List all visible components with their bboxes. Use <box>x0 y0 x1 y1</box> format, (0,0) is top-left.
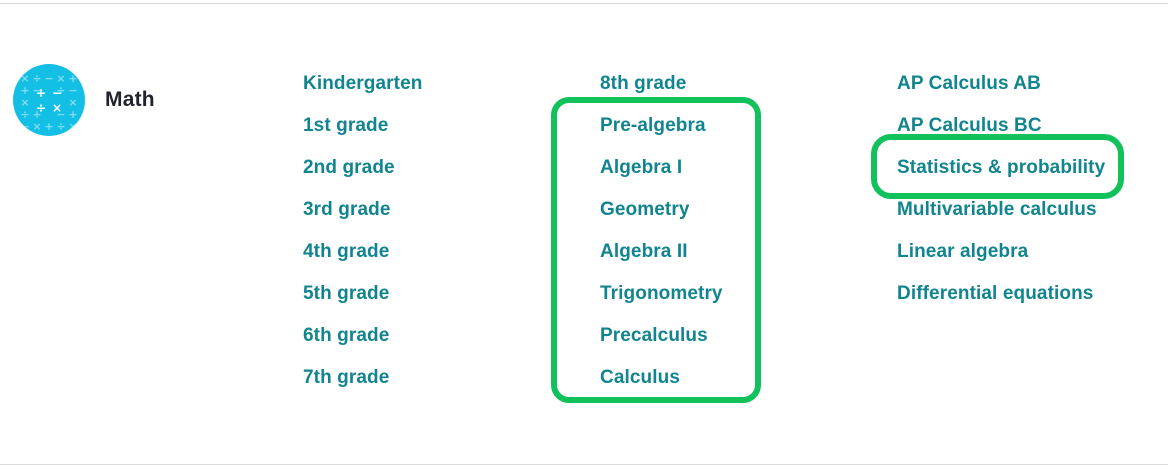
svg-text:×: × <box>52 101 62 115</box>
list-item: Linear algebra <box>897 239 1105 281</box>
list-item: 4th grade <box>303 239 422 281</box>
svg-text:+: + <box>36 86 46 100</box>
svg-text:+: + <box>44 120 53 133</box>
list-item: 1st grade <box>303 113 422 155</box>
list-item: Multivariable calculus <box>897 197 1105 239</box>
highlight-box-courses <box>551 97 761 403</box>
link-5th-grade[interactable]: 5th grade <box>303 283 389 304</box>
math-operators-icon: × ÷ − × + + − ÷ − × × ÷ + − + − × + ÷ × + − ÷ × <box>13 64 85 136</box>
list-item: 2nd grade <box>303 155 422 197</box>
svg-text:−: − <box>52 86 62 100</box>
subject-header[interactable]: × ÷ − × + + − ÷ − × × ÷ + − + − × + ÷ × + − ÷ × Math <box>13 64 155 136</box>
list-item: 6th grade <box>303 323 422 365</box>
link-1st-grade[interactable]: 1st grade <box>303 115 388 136</box>
link-3rd-grade[interactable]: 3rd grade <box>303 199 391 220</box>
list-item: AP Calculus AB <box>897 71 1105 113</box>
list-item: 7th grade <box>303 365 422 407</box>
link-linear-algebra[interactable]: Linear algebra <box>897 241 1028 262</box>
link-column-1: Kindergarten 1st grade 2nd grade 3rd gra… <box>303 71 422 407</box>
link-8th-grade[interactable]: 8th grade <box>600 73 686 94</box>
link-kindergarten[interactable]: Kindergarten <box>303 73 422 94</box>
list-item: Kindergarten <box>303 71 422 113</box>
svg-text:×: × <box>32 120 41 133</box>
link-ap-calculus-bc[interactable]: AP Calculus BC <box>897 115 1042 136</box>
link-4th-grade[interactable]: 4th grade <box>303 241 389 262</box>
list-item: 5th grade <box>303 281 422 323</box>
subject-title[interactable]: Math <box>105 88 155 112</box>
link-ap-calculus-ab[interactable]: AP Calculus AB <box>897 73 1041 94</box>
list-item: Differential equations <box>897 281 1105 323</box>
top-divider <box>0 3 1168 4</box>
link-2nd-grade[interactable]: 2nd grade <box>303 157 395 178</box>
svg-text:÷: ÷ <box>36 101 46 115</box>
bottom-divider <box>0 464 1168 465</box>
svg-text:−: − <box>44 72 53 85</box>
svg-text:−: − <box>20 120 29 133</box>
link-differential-equations[interactable]: Differential equations <box>897 283 1093 304</box>
link-7th-grade[interactable]: 7th grade <box>303 367 389 388</box>
list-item: 3rd grade <box>303 197 422 239</box>
link-6th-grade[interactable]: 6th grade <box>303 325 389 346</box>
svg-text:÷: ÷ <box>56 120 65 133</box>
svg-text:×: × <box>68 120 77 133</box>
link-multivariable-calculus[interactable]: Multivariable calculus <box>897 199 1097 220</box>
highlight-box-statistics <box>871 134 1124 199</box>
